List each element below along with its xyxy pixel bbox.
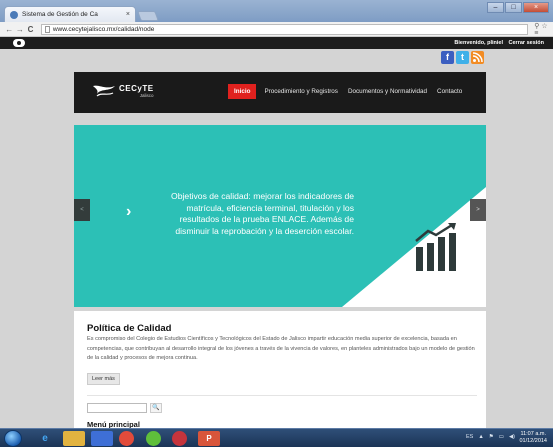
- forward-arrow-icon[interactable]: →: [15, 25, 26, 34]
- slide-chevron-icon: ›: [126, 203, 132, 220]
- policy-text: Es compromiso del Colegio de Estudios Ci…: [87, 336, 475, 361]
- nav-item-contacto[interactable]: Contacto: [437, 88, 462, 95]
- media-player-icon[interactable]: [91, 431, 113, 446]
- ie-icon[interactable]: e: [34, 431, 56, 446]
- clock-date: 01/12/2014: [519, 438, 547, 444]
- hero-slider: › Objetivos de calidad: mejorar los indi…: [74, 125, 486, 307]
- window-controls: – □ ×: [487, 2, 549, 13]
- chrome-icon[interactable]: [119, 431, 134, 446]
- rss-icon[interactable]: [471, 51, 484, 64]
- tray-expand-icon[interactable]: ▲: [478, 434, 483, 440]
- new-tab-button[interactable]: [137, 11, 159, 21]
- os-taskbar: e P ES ▲ ⚑ ▭ ◀) 11:07 a.m. 01/12/2014: [0, 428, 553, 447]
- main-nav: Inicio Procedimiento y Registros Documen…: [228, 84, 472, 99]
- folder-icon[interactable]: [63, 431, 85, 446]
- nav-item-procedimiento[interactable]: Procedimiento y Registros: [264, 88, 338, 95]
- system-tray: ES ▲ ⚑ ▭ ◀): [466, 434, 515, 440]
- clock[interactable]: 11:07 a.m. 01/12/2014: [519, 431, 547, 445]
- content-block: Política de Calidad Es compromiso del Co…: [74, 311, 486, 428]
- search-input[interactable]: [87, 403, 147, 413]
- opera-icon[interactable]: [172, 431, 187, 446]
- reload-icon[interactable]: C: [25, 25, 36, 34]
- favicon-icon: [10, 10, 18, 19]
- browser-toolbar: ← → C www.cecytejalisco.mx/calidad/node …: [0, 22, 553, 37]
- toolbar-menu-icons[interactable]: ⚲ ☆ ≡: [534, 22, 553, 37]
- window-close-button[interactable]: ×: [523, 2, 549, 13]
- logo-name: CECyTE: [119, 84, 154, 93]
- page-title: Política de Calidad: [87, 323, 172, 334]
- language-indicator[interactable]: ES: [466, 434, 473, 440]
- slide-text: Objetivos de calidad: mejorar los indica…: [171, 191, 354, 236]
- spotify-icon[interactable]: [146, 431, 161, 446]
- search-form: 🔍: [87, 403, 162, 413]
- admin-bar: Bienvenido, pliniel Cerrar sesión: [0, 37, 553, 49]
- back-arrow-icon[interactable]: ←: [4, 25, 15, 34]
- bar-chart-icon: [415, 223, 456, 271]
- network-icon[interactable]: ▭: [499, 434, 504, 440]
- browser-titlebar: Sistema de Gestión de Ca × – □ ×: [0, 0, 553, 22]
- page-viewport: Bienvenido, pliniel Cerrar sesión f t CE…: [0, 37, 553, 428]
- site-logo[interactable]: CECyTE Jalisco: [91, 82, 154, 100]
- page-icon: [44, 25, 50, 33]
- divider: [87, 395, 477, 396]
- logo-mark-icon: [91, 82, 117, 100]
- social-links: f t: [441, 51, 484, 64]
- search-button[interactable]: 🔍: [150, 403, 162, 413]
- facebook-icon[interactable]: f: [441, 51, 454, 64]
- logout-link[interactable]: Cerrar sesión: [509, 40, 544, 46]
- menu-title: Menú principal: [87, 420, 140, 428]
- read-more-button[interactable]: Leer más: [87, 373, 120, 385]
- twitter-icon[interactable]: t: [456, 51, 469, 64]
- powerpoint-icon[interactable]: P: [198, 431, 220, 446]
- start-button[interactable]: [4, 430, 22, 447]
- minimize-button[interactable]: –: [487, 2, 504, 13]
- site-header: CECyTE Jalisco Inicio Procedimiento y Re…: [74, 72, 486, 113]
- nav-item-inicio[interactable]: Inicio: [228, 84, 257, 99]
- maximize-button[interactable]: □: [505, 2, 522, 13]
- admin-logo-icon[interactable]: [13, 39, 25, 47]
- slider-next-button[interactable]: >: [470, 199, 486, 221]
- admin-greeting[interactable]: Bienvenido, pliniel: [454, 40, 503, 46]
- tab-title: Sistema de Gestión de Ca: [22, 11, 98, 18]
- tab-close-icon[interactable]: ×: [126, 11, 130, 18]
- nav-item-documentos[interactable]: Documentos y Normatividad: [348, 88, 427, 95]
- url-text: www.cecytejalisco.mx/calidad/node: [52, 25, 155, 33]
- logo-sub: Jalisco: [139, 93, 154, 98]
- clock-time: 11:07 a.m.: [520, 431, 547, 437]
- flag-icon[interactable]: ⚑: [489, 434, 494, 440]
- browser-tab[interactable]: Sistema de Gestión de Ca ×: [4, 6, 136, 22]
- volume-icon[interactable]: ◀): [509, 434, 515, 440]
- address-bar[interactable]: www.cecytejalisco.mx/calidad/node: [40, 23, 529, 35]
- slider-prev-button[interactable]: <: [74, 199, 90, 221]
